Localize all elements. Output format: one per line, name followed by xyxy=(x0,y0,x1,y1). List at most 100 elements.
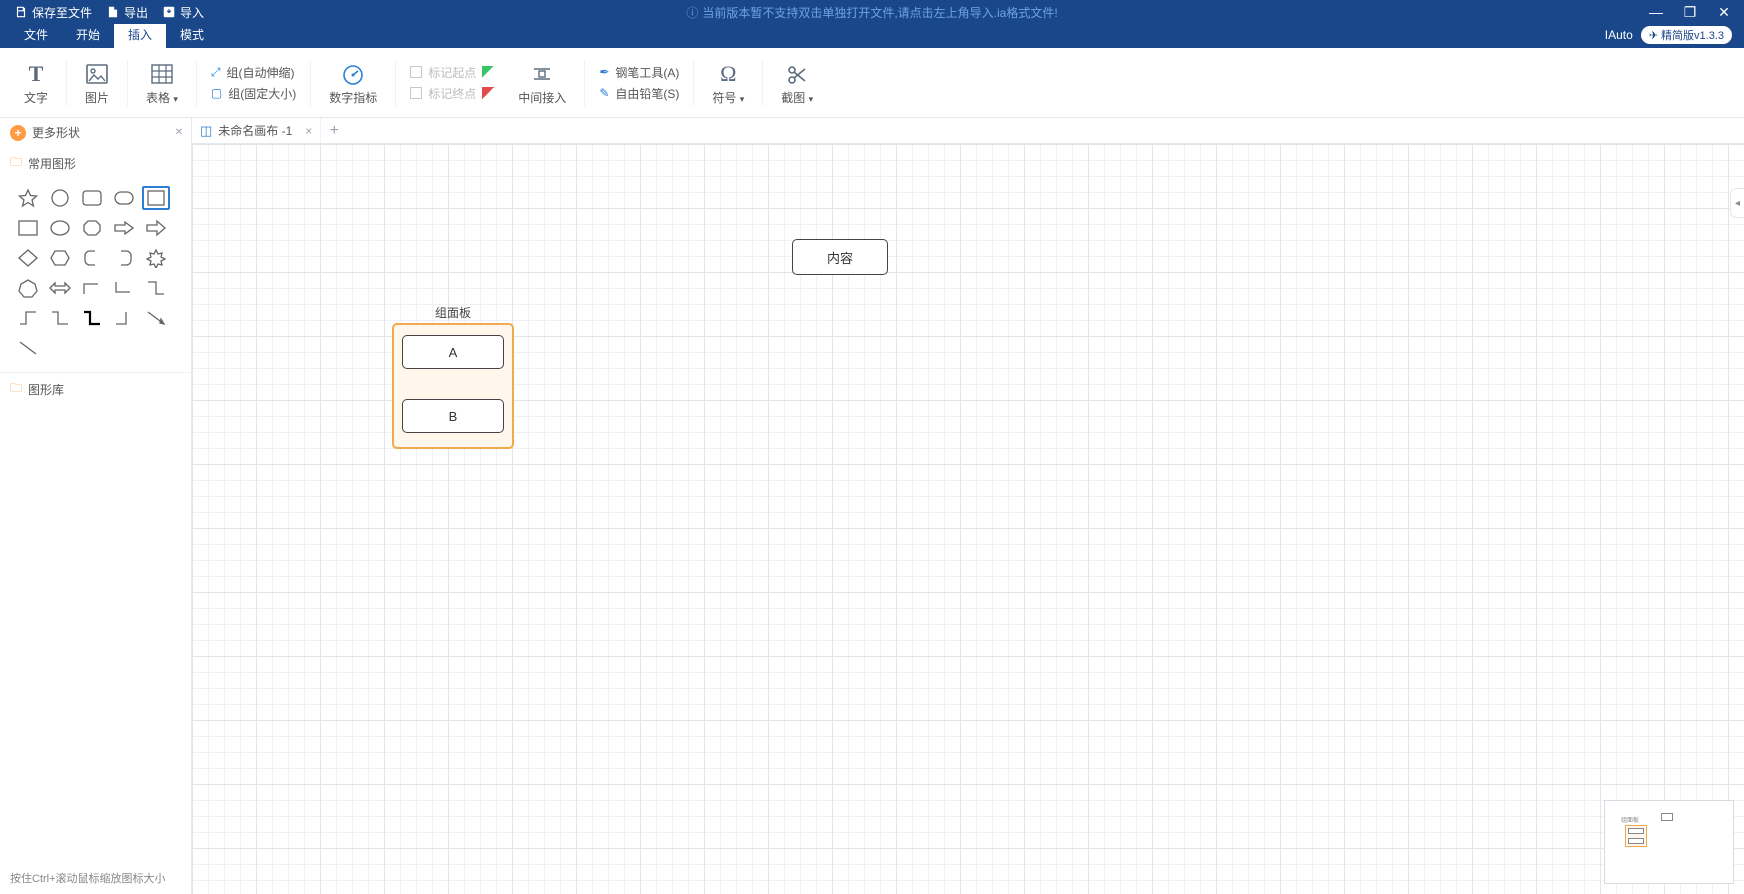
ribbon-mark-end-button[interactable]: 标记终点 xyxy=(410,85,494,102)
sidebar-more-shapes[interactable]: + 更多形状 ✕ xyxy=(0,118,191,147)
pencil-icon: ✎ xyxy=(599,86,609,100)
flag-green-icon xyxy=(482,66,494,78)
shape-bracket-right[interactable] xyxy=(110,246,138,270)
ribbon-image-button[interactable]: 图片 xyxy=(71,53,123,113)
group-panel-body[interactable]: A B xyxy=(392,323,514,449)
shape-rounded-rect[interactable] xyxy=(78,186,106,210)
main-area: + 更多形状 ✕ 🗀 常用图形 xyxy=(0,118,1744,894)
ribbon-free-pencil-button[interactable]: ✎ 自由铅笔(S) xyxy=(599,85,679,102)
ribbon-digit-indicator-button[interactable]: 数字指标 xyxy=(315,53,391,113)
ribbon-group-auto-button[interactable]: ⤢ 组(自动伸缩) xyxy=(211,64,296,81)
ribbon: T 文字 图片 表格 ▾ ⤢ 组(自动伸缩) ▢ 组(固定大小) 数字指标 xyxy=(0,48,1744,118)
plane-icon: ✈ xyxy=(1649,29,1658,42)
shape-elbow-1[interactable] xyxy=(78,276,106,300)
close-tab-icon[interactable]: × xyxy=(305,124,312,138)
shape-ellipse[interactable] xyxy=(46,216,74,240)
shape-elbow-2[interactable] xyxy=(110,276,138,300)
menu-tab-file[interactable]: 文件 xyxy=(10,21,62,48)
checkbox-icon xyxy=(410,66,422,78)
shape-circle[interactable] xyxy=(46,186,74,210)
pin-icon[interactable]: ✕ xyxy=(175,127,183,138)
menu-tab-mode[interactable]: 模式 xyxy=(166,21,218,48)
canvas-group-panel[interactable]: 组面板 A B xyxy=(392,304,514,449)
shape-line-arrow[interactable] xyxy=(142,306,170,330)
shape-square[interactable] xyxy=(142,186,170,210)
ribbon-symbol-button[interactable]: Ω 符号 ▾ xyxy=(698,53,758,113)
shape-connector-1[interactable] xyxy=(14,306,42,330)
group-panel-title: 组面板 xyxy=(392,304,514,321)
shape-capsule[interactable] xyxy=(110,186,138,210)
shape-heptagon[interactable] xyxy=(14,276,42,300)
ribbon-symbol-label: 符号 ▾ xyxy=(712,89,744,106)
sidebar-common-shapes-label: 常用图形 xyxy=(28,155,76,172)
document-tab[interactable]: ◫ 未命名画布 -1 × xyxy=(192,118,321,143)
ribbon-separator xyxy=(127,60,128,106)
ribbon-text-button[interactable]: T 文字 xyxy=(10,53,62,113)
shape-connector-4[interactable] xyxy=(110,306,138,330)
shape-double-arrow[interactable] xyxy=(46,276,74,300)
import-button[interactable]: 导入 xyxy=(162,4,204,21)
image-icon xyxy=(85,59,109,89)
canvas-content-box[interactable]: 内容 xyxy=(792,239,888,275)
add-tab-button[interactable]: + xyxy=(321,122,347,140)
version-pill[interactable]: ✈ 精简版v1.3.3 xyxy=(1641,26,1732,44)
sidebar: + 更多形状 ✕ 🗀 常用图形 xyxy=(0,118,192,894)
sidebar-common-shapes[interactable]: 🗀 常用图形 xyxy=(0,147,191,180)
ribbon-middle-insert-button[interactable]: 中间接入 xyxy=(504,53,580,113)
shape-connector-3[interactable] xyxy=(78,306,106,330)
info-icon: ⓘ xyxy=(686,4,698,21)
sidebar-more-shapes-label: 更多形状 xyxy=(32,124,80,141)
ribbon-group-fixed-label: 组(固定大小) xyxy=(228,85,296,102)
sidebar-zoom-hint: 按住Ctrl+滚动鼠标缩放图标大小 xyxy=(0,866,191,894)
menu-tab-start[interactable]: 开始 xyxy=(62,21,114,48)
ribbon-text-label: 文字 xyxy=(24,89,48,106)
shape-arrow-right-outline[interactable] xyxy=(142,216,170,240)
ribbon-table-label: 表格 ▾ xyxy=(146,89,178,106)
right-panel-toggle[interactable]: ◂ xyxy=(1730,188,1744,218)
minimize-button[interactable]: — xyxy=(1646,4,1666,20)
import-icon xyxy=(162,5,176,19)
close-button[interactable]: ✕ xyxy=(1714,4,1734,21)
shape-rect[interactable] xyxy=(14,216,42,240)
shape-bracket-left[interactable] xyxy=(78,246,106,270)
ribbon-screenshot-label: 截图 ▾ xyxy=(781,89,813,106)
ribbon-mark-end-label: 标记终点 xyxy=(428,85,476,102)
omega-icon: Ω xyxy=(720,59,736,89)
ribbon-middle-insert-label: 中间接入 xyxy=(518,89,566,106)
minimap-group-label: 组面板 xyxy=(1621,815,1639,824)
save-to-file-button[interactable]: 保存至文件 xyxy=(14,4,92,21)
group-panel-box-a[interactable]: A xyxy=(402,335,504,369)
minimap[interactable]: 组面板 xyxy=(1604,800,1734,884)
maximize-button[interactable]: ❐ xyxy=(1680,4,1700,21)
ribbon-screenshot-button[interactable]: 截图 ▾ xyxy=(767,53,827,113)
canvas[interactable]: 组面板 A B 内容 ◂ 组面板 xyxy=(192,144,1744,894)
group-panel-box-b[interactable]: B xyxy=(402,399,504,433)
scissors-icon xyxy=(785,59,809,89)
ribbon-pen-tool-button[interactable]: ✒ 钢笔工具(A) xyxy=(599,64,679,81)
menu-tab-insert[interactable]: 插入 xyxy=(114,21,166,48)
shape-connector-2[interactable] xyxy=(46,306,74,330)
version-text: 精简版v1.3.3 xyxy=(1661,27,1724,43)
sidebar-shape-library[interactable]: 🗀 图形库 xyxy=(0,372,191,406)
export-button[interactable]: 导出 xyxy=(106,4,148,21)
text-icon: T xyxy=(29,59,44,89)
minimap-group xyxy=(1625,825,1647,847)
folder-icon: 🗀 xyxy=(10,153,22,174)
shape-octagon[interactable] xyxy=(78,216,106,240)
ribbon-digit-indicator-label: 数字指标 xyxy=(329,89,377,106)
ribbon-group-fixed-button[interactable]: ▢ 组(固定大小) xyxy=(211,85,296,102)
shape-star[interactable] xyxy=(14,186,42,210)
shape-line[interactable] xyxy=(14,336,42,360)
menu-bar: 文件 开始 插入 模式 IAuto ✈ 精简版v1.3.3 xyxy=(0,24,1744,48)
ribbon-mark-start-button[interactable]: 标记起点 xyxy=(410,64,494,81)
shape-star6[interactable] xyxy=(142,246,170,270)
shape-elbow-3[interactable] xyxy=(142,276,170,300)
canvas-icon: ◫ xyxy=(200,123,212,139)
ribbon-separator xyxy=(310,60,311,106)
shape-diamond[interactable] xyxy=(14,246,42,270)
shape-hexagon[interactable] xyxy=(46,246,74,270)
shape-arrow-right[interactable] xyxy=(110,216,138,240)
plus-icon: + xyxy=(10,125,26,141)
ribbon-separator xyxy=(762,60,763,106)
ribbon-table-button[interactable]: 表格 ▾ xyxy=(132,53,192,113)
